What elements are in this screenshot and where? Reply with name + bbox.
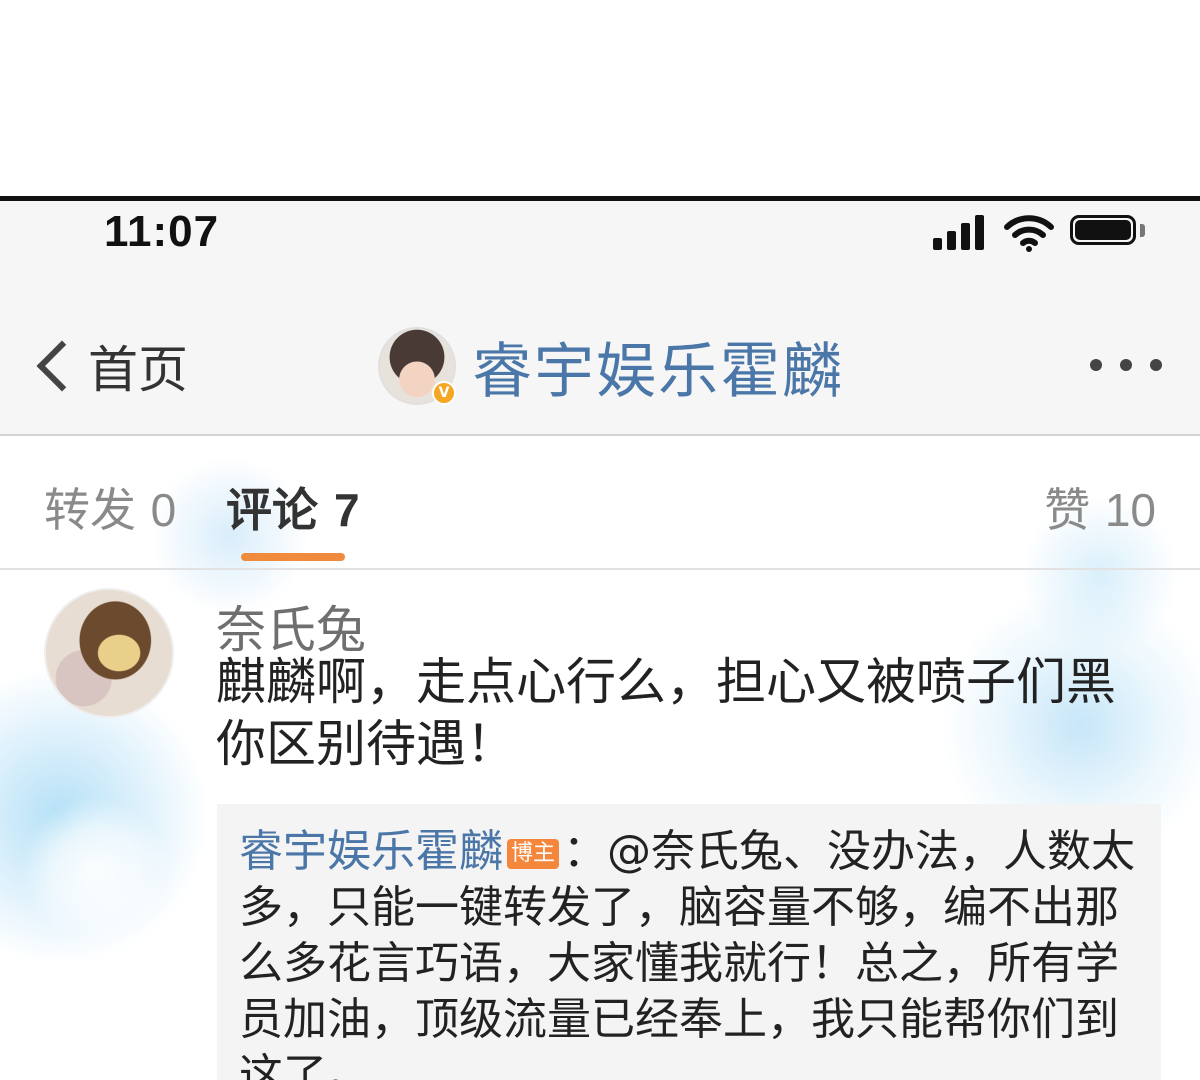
reply-username[interactable]: 睿宇娱乐霍麟 xyxy=(239,826,503,877)
back-chevron-icon xyxy=(36,340,88,392)
bokeh-decoration xyxy=(20,796,170,946)
verified-badge: V xyxy=(432,381,456,405)
comments-panel: 转发 0 评论 7 赞 10 奈氏兔 麒麟啊，走点心行么，担心又被喷子们黑你区别… xyxy=(0,436,1200,1080)
tab-likes-label: 赞 xyxy=(1044,483,1091,537)
tab-comments-count: 7 xyxy=(334,484,360,536)
active-tab-indicator xyxy=(241,553,345,561)
blogger-avatar[interactable]: V xyxy=(378,327,456,405)
back-button[interactable]: 首页 xyxy=(30,331,188,401)
tabs-divider xyxy=(0,568,1200,570)
nav-title-group[interactable]: V 睿宇娱乐霍麟 xyxy=(378,326,844,407)
wifi-icon xyxy=(1004,215,1054,252)
host-badge: 博主 xyxy=(507,839,560,869)
commenter-avatar[interactable] xyxy=(44,588,174,718)
status-time: 11:07 xyxy=(104,207,220,256)
tab-likes-count: 10 xyxy=(1104,484,1156,536)
tab-repost-count: 0 xyxy=(150,484,177,536)
tab-comments[interactable]: 评论 7 xyxy=(226,474,360,540)
tab-repost-label: 转发 xyxy=(44,483,136,537)
back-label: 首页 xyxy=(88,341,188,399)
battery-icon xyxy=(1070,215,1150,249)
blogger-reply[interactable]: 睿宇娱乐霍麟 博主 ：@奈氏兔、没办法，人数太多，只能一键转发了，脑容量不够，编不出… xyxy=(217,804,1161,1080)
tab-likes[interactable]: 赞 10 xyxy=(1044,474,1156,540)
signal-icon xyxy=(933,214,987,250)
reply-content: 睿宇娱乐霍麟 博主 ：@奈氏兔、没办法，人数太多，只能一键转发了，脑容量不够，编不出… xyxy=(239,824,1149,1080)
more-icon[interactable] xyxy=(1090,359,1166,373)
navigation-bar: 首页 V 睿宇娱乐霍麟 xyxy=(0,271,1200,434)
status-bar: 11:07 xyxy=(0,201,1200,271)
page-top-margin xyxy=(0,0,1200,196)
tab-repost[interactable]: 转发 0 xyxy=(44,474,176,540)
comment-text: 麒麟啊，走点心行么，担心又被喷子们黑你区别待遇！ xyxy=(216,653,1116,773)
tab-comments-label: 评论 xyxy=(226,483,318,537)
tab-bar: 转发 0 评论 7 赞 10 xyxy=(0,436,1200,568)
page-title: 睿宇娱乐霍麟 xyxy=(472,336,844,407)
